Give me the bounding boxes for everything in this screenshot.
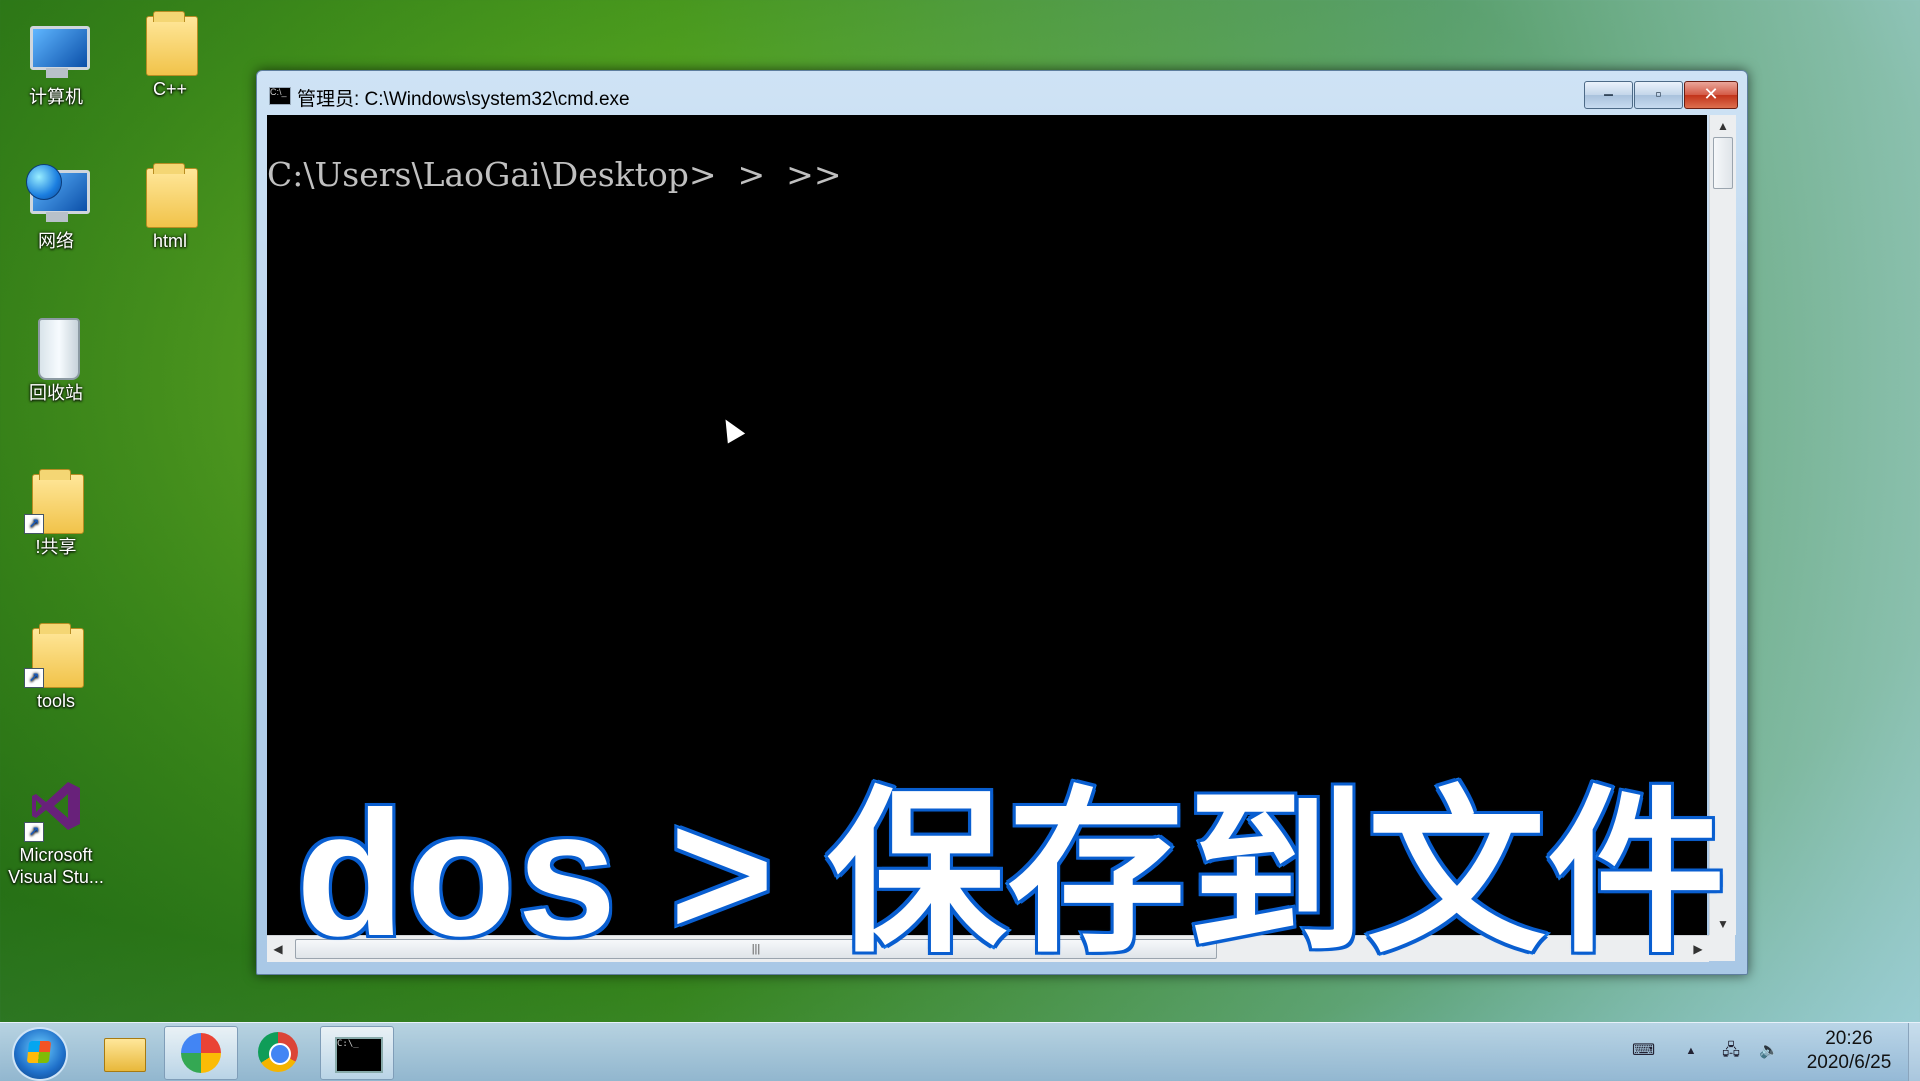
desktop-icon-label: Microsoft <box>19 845 93 865</box>
folder-shortcut-icon: ↗ <box>24 466 88 534</box>
desktop-icon-computer[interactable]: 计算机 <box>4 16 108 108</box>
clock-date: 2020/6/25 <box>1806 1052 1892 1073</box>
console-prompt-line: C:\Users\LaoGai\Desktop> > >> <box>267 155 842 194</box>
desktop-icon-visual-studio[interactable]: ↗ Microsoft Visual Stu... <box>4 774 108 888</box>
taskbar-explorer-button[interactable] <box>88 1026 160 1078</box>
taskbar: C:\_ ⌨ ▲ 🖧 🔈 20:26 2020/6/25 <box>0 1022 1920 1081</box>
window-titlebar[interactable]: C:\_ 管理员: C:\Windows\system32\cmd.exe – … <box>257 71 1747 115</box>
show-desktop-button[interactable] <box>1908 1023 1920 1081</box>
taskbar-chrome-button[interactable] <box>242 1026 314 1078</box>
start-button[interactable] <box>12 1027 68 1081</box>
recycle-bin-icon <box>24 312 88 380</box>
desktop-icon-label: C++ <box>152 79 188 99</box>
keyboard-icon[interactable]: ⌨ <box>1632 1041 1655 1061</box>
computer-icon <box>24 16 90 84</box>
scroll-up-arrow-icon[interactable]: ▲ <box>1710 115 1736 137</box>
network-icon <box>24 160 90 228</box>
network-tray-icon[interactable]: 🖧 <box>1720 1041 1742 1061</box>
desktop-icon-tools[interactable]: ↗ tools <box>4 620 108 712</box>
folder-icon <box>138 8 202 76</box>
shortcut-arrow-icon: ↗ <box>24 668 44 688</box>
cmd-app-icon: C:\_ <box>269 87 291 105</box>
scroll-left-arrow-icon[interactable]: ◀ <box>267 936 289 962</box>
taskbar-cmd-button[interactable]: C:\_ <box>320 1026 394 1080</box>
desktop-icon-label: 网络 <box>38 231 74 251</box>
cmd-icon: C:\_ <box>335 1037 383 1073</box>
desktop-icon-label: 回收站 <box>29 383 83 403</box>
mouse-pointer-icon <box>716 414 746 444</box>
folder-icon <box>138 160 202 228</box>
shortcut-arrow-icon: ↗ <box>24 514 44 534</box>
shortcut-arrow-icon: ↗ <box>24 822 44 842</box>
desktop-icon-recycle-bin[interactable]: 回收站 <box>4 312 108 404</box>
volume-icon[interactable]: 🔈 <box>1758 1041 1780 1061</box>
window-title: 管理员: C:\Windows\system32\cmd.exe <box>297 89 630 110</box>
vertical-scroll-thumb[interactable] <box>1713 137 1733 189</box>
minimize-button[interactable]: – <box>1584 81 1633 109</box>
desktop-icon-html[interactable]: html <box>118 160 222 252</box>
clock[interactable]: 20:26 2020/6/25 <box>1790 1027 1908 1075</box>
desktop-icon-cpp[interactable]: C++ <box>118 8 222 100</box>
desktop-icon-label: html <box>152 231 187 251</box>
desktop-icon-label-line2: Visual Stu... <box>8 867 104 887</box>
maximize-button[interactable]: ▫ <box>1634 81 1683 109</box>
desktop-icon-label: tools <box>36 691 76 711</box>
explorer-icon <box>104 1038 146 1072</box>
desktop-icon-network[interactable]: 网络 <box>4 160 108 252</box>
visual-studio-icon: ↗ <box>24 774 88 842</box>
caption-overlay-text: dos > 保存到文件 <box>293 771 1728 976</box>
clock-time: 20:26 <box>1825 1028 1873 1049</box>
desktop-icon-label: !共享 <box>35 537 77 557</box>
desktop-icon-share[interactable]: ↗ !共享 <box>4 466 108 558</box>
folder-shortcut-icon: ↗ <box>24 620 88 688</box>
desktop-icon-label: 计算机 <box>29 87 83 107</box>
pinwheel-app-icon <box>181 1033 221 1073</box>
chrome-icon <box>258 1032 298 1072</box>
tray-expand-arrow-icon[interactable]: ▲ <box>1680 1041 1702 1061</box>
close-button[interactable]: ✕ <box>1684 81 1738 109</box>
taskbar-pinwheel-app-button[interactable] <box>164 1026 238 1080</box>
